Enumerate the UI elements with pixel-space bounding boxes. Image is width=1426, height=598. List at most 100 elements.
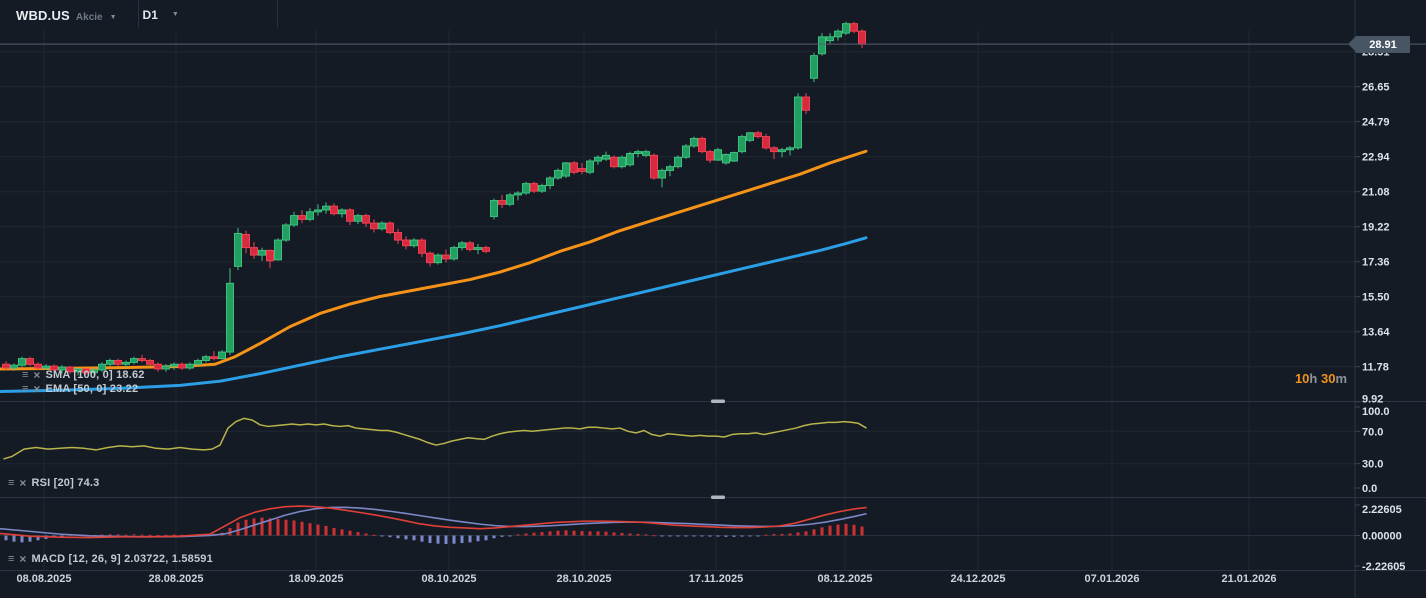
macd-histogram-bar	[532, 532, 536, 536]
candle-body	[394, 232, 402, 241]
candle-body	[530, 183, 538, 192]
macd-histogram-bar	[148, 534, 152, 536]
price-tick-label: 21.08	[1362, 187, 1390, 199]
indicator-settings-icon[interactable]: ≡	[22, 384, 28, 395]
macd-histogram-bar	[796, 532, 800, 536]
candle-body	[738, 136, 746, 153]
candle-body	[442, 254, 450, 260]
candle-body	[42, 365, 50, 369]
candle-body	[570, 162, 578, 173]
toolbar-separator	[277, 0, 278, 28]
candle-body	[666, 166, 674, 171]
candle-body	[594, 156, 602, 162]
countdown-minutes: 30	[1320, 371, 1336, 386]
symbol-selector[interactable]: WBD.US Akcie ▼	[16, 8, 117, 23]
macd-histogram-bar	[292, 520, 296, 536]
macd-histogram-bar	[548, 531, 552, 536]
rsi-tick-label: 0.0	[1362, 483, 1377, 495]
macd-histogram-bar	[844, 523, 848, 536]
macd-tick-label: 2.22605	[1362, 504, 1402, 516]
indicator-close-icon[interactable]: ×	[33, 369, 40, 381]
sma-legend-label: SMA [100, 0] 18.62	[45, 369, 145, 381]
candle-body	[10, 364, 18, 369]
chart-canvas[interactable]: 28.5126.6524.7922.9421.0819.2217.3615.50…	[0, 0, 1426, 598]
candle-body	[714, 149, 722, 161]
candle-body	[250, 247, 258, 256]
candle-countdown: 10h 30m	[1295, 371, 1347, 386]
candle-body	[730, 152, 738, 162]
candle-body	[234, 232, 242, 267]
candle-body	[202, 356, 210, 361]
countdown-hours: 10	[1294, 371, 1310, 386]
macd-histogram-bar	[676, 535, 680, 537]
macd-histogram-bar	[124, 534, 128, 536]
candle-body	[762, 136, 770, 149]
candle-body	[658, 169, 666, 179]
panel-resize-handle[interactable]	[711, 495, 725, 500]
candle-body	[226, 282, 234, 353]
macd-histogram-bar	[452, 535, 456, 544]
macd-histogram-bar	[620, 533, 624, 536]
price-tick-label: 17.36	[1362, 257, 1390, 269]
candle-body	[586, 160, 594, 173]
panel-resize-handle[interactable]	[711, 399, 725, 404]
candle-body	[274, 239, 282, 261]
rsi-tick-label: 30.0	[1362, 459, 1383, 471]
market-type-label: Akcie	[75, 11, 103, 23]
candle-body	[218, 351, 226, 360]
indicator-settings-icon[interactable]: ≡	[22, 370, 28, 381]
macd-histogram-bar	[644, 534, 648, 536]
candle-body	[450, 247, 458, 260]
macd-tick-label: 0.00000	[1362, 531, 1402, 543]
date-tick-label: 08.10.2025	[421, 573, 476, 585]
countdown-minutes-unit: m	[1335, 371, 1347, 386]
rsi-tick-label: 70.0	[1362, 426, 1383, 438]
candle-body	[618, 156, 626, 168]
macd-histogram-bar	[588, 531, 592, 536]
candle-body	[434, 254, 442, 264]
ema-legend-label: EMA [50, 0] 23.22	[45, 383, 139, 395]
macd-histogram-bar	[484, 535, 488, 541]
macd-histogram-bar	[492, 535, 496, 539]
candle-body	[794, 96, 802, 149]
indicator-close-icon[interactable]: ×	[33, 383, 40, 395]
candle-body	[266, 249, 274, 262]
candle-body	[370, 222, 378, 230]
macd-histogram-bar	[572, 530, 576, 536]
macd-histogram-bar	[468, 535, 472, 543]
candle-body	[546, 177, 554, 186]
candle-body	[826, 36, 834, 42]
trading-chart-window: 28.5126.6524.7922.9421.0819.2217.3615.50…	[0, 0, 1426, 598]
macd-histogram-bar	[236, 522, 240, 536]
indicator-close-icon[interactable]: ×	[19, 553, 26, 565]
candle-body	[114, 359, 122, 365]
date-tick-label: 28.10.2025	[556, 573, 611, 585]
current-price-value: 28.91	[1369, 38, 1397, 51]
indicator-close-icon[interactable]: ×	[19, 477, 26, 489]
timeframe-label: D1	[142, 8, 158, 22]
macd-histogram-bar	[612, 532, 616, 536]
macd-histogram-bar	[364, 533, 368, 536]
candle-body	[490, 200, 498, 218]
macd-histogram-bar	[476, 535, 480, 542]
date-tick-label: 28.08.2025	[148, 573, 203, 585]
macd-histogram-bar	[380, 535, 384, 537]
candle-body	[786, 147, 794, 151]
price-tick-label: 22.94	[1362, 152, 1390, 164]
legend-sma: ≡ × SMA [100, 0] 18.62	[22, 369, 145, 381]
timeframe-selector[interactable]: D1 ▼	[143, 8, 179, 22]
indicator-settings-icon[interactable]: ≡	[8, 554, 14, 565]
rsi-legend-label: RSI [20] 74.3	[31, 477, 100, 489]
chart-toolbar: WBD.US Akcie ▼ D1 ▼	[0, 0, 1426, 30]
macd-histogram-bar	[596, 531, 600, 536]
indicator-settings-icon[interactable]: ≡	[8, 478, 14, 489]
macd-histogram-bar	[508, 535, 512, 537]
candle-body	[410, 239, 418, 247]
macd-histogram-bar	[140, 534, 144, 536]
candle-body	[298, 215, 306, 220]
candle-body	[26, 358, 34, 365]
macd-histogram-bar	[828, 525, 832, 536]
candle-body	[322, 205, 330, 211]
legend-rsi: ≡ × RSI [20] 74.3	[8, 477, 99, 489]
candle-body	[538, 184, 546, 192]
